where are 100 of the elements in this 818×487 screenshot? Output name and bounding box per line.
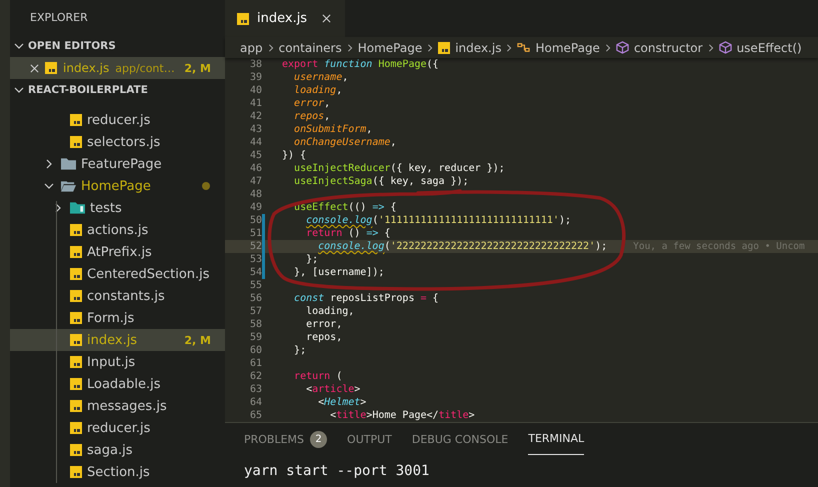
code-token: }, [username]); bbox=[294, 267, 384, 278]
code-token: , bbox=[336, 85, 342, 96]
code-token: function bbox=[324, 59, 374, 70]
js-file-icon bbox=[70, 246, 82, 258]
code-token: > bbox=[468, 410, 475, 421]
breadcrumb-item[interactable]: constructor bbox=[616, 40, 703, 54]
code-token: { bbox=[390, 202, 396, 213]
code-token: => bbox=[372, 202, 384, 213]
code-token: loading bbox=[294, 85, 336, 96]
file-tree-item[interactable]: CenteredSection.js bbox=[10, 263, 225, 285]
code-token: , bbox=[324, 98, 330, 109]
code-token: >Home Page</ bbox=[366, 410, 439, 421]
line-number: 54 bbox=[248, 266, 262, 279]
file-tree-item[interactable]: Form.js bbox=[10, 307, 225, 329]
file-path: app/cont… bbox=[115, 62, 176, 74]
file-tree-item[interactable]: actions.js bbox=[10, 219, 225, 241]
code-token: Helmet bbox=[324, 397, 360, 408]
file-name: Form.js bbox=[87, 310, 134, 326]
line-number: 48 bbox=[248, 188, 262, 201]
line-number: 52 bbox=[248, 240, 262, 253]
code-token: }; bbox=[306, 254, 318, 265]
chevron-icon bbox=[44, 181, 54, 191]
breadcrumb-item[interactable]: useEffect() bbox=[718, 40, 802, 54]
code-token: reposListProps bbox=[330, 293, 416, 304]
file-tree-item[interactable]: AtPrefix.js bbox=[10, 241, 225, 263]
panel-tab[interactable]: DEBUG CONSOLE bbox=[412, 423, 508, 455]
code-token: > bbox=[354, 384, 360, 395]
line-number: 40 bbox=[248, 84, 262, 97]
line-number: 46 bbox=[248, 162, 262, 175]
code-token: onChangeUsername bbox=[294, 137, 390, 148]
file-tree-item[interactable]: selectors.js bbox=[10, 131, 225, 153]
terminal-line: yarn start --port 3001 bbox=[243, 462, 430, 479]
file-tree-item[interactable]: messages.js bbox=[10, 395, 225, 417]
chevron-icon bbox=[44, 159, 54, 169]
code-token: }) { bbox=[282, 150, 306, 161]
file-tree-item[interactable]: Input.js bbox=[10, 351, 225, 373]
code-token: ); bbox=[595, 241, 608, 252]
code-token: console.log bbox=[318, 241, 384, 252]
js-file-icon bbox=[70, 466, 82, 478]
file-tree-item[interactable]: reducer.js bbox=[10, 417, 225, 439]
file-tree-item[interactable]: saga.js bbox=[10, 439, 225, 461]
breadcrumb-item[interactable]: HomePage bbox=[358, 40, 422, 54]
file-tree-item[interactable]: reducer.js bbox=[10, 109, 225, 131]
js-file-icon bbox=[70, 114, 82, 126]
chevron-icon bbox=[426, 44, 434, 52]
file-tree-item[interactable]: index.js 2, M bbox=[10, 329, 225, 351]
code-token: return bbox=[306, 228, 344, 239]
cube-icon bbox=[718, 41, 732, 54]
js-file-icon bbox=[45, 62, 57, 74]
file-name: HomePage bbox=[81, 178, 151, 194]
file-tree-item[interactable]: tests bbox=[10, 197, 225, 219]
line-number: 55 bbox=[248, 279, 262, 292]
code-token: title bbox=[438, 410, 469, 421]
chevron-icon bbox=[53, 203, 63, 213]
code-token: error, bbox=[306, 319, 342, 330]
line-number: 43 bbox=[248, 123, 262, 136]
file-tree-item[interactable]: HomePage bbox=[10, 175, 225, 197]
code-token: ({ key, saga }); bbox=[372, 176, 469, 187]
panel-tab[interactable]: OUTPUT bbox=[347, 423, 392, 455]
breadcrumb-item[interactable]: app bbox=[240, 40, 263, 54]
code-token: console.log bbox=[306, 215, 372, 226]
line-number: 64 bbox=[248, 396, 262, 409]
section-title: OPEN EDITORS bbox=[28, 40, 116, 52]
line-number: 44 bbox=[248, 136, 262, 149]
code-token: useEffect bbox=[294, 202, 348, 213]
open-editor-item[interactable]: index.js app/cont… 2, M bbox=[10, 57, 225, 79]
line-number: 57 bbox=[248, 305, 262, 318]
panel-tab[interactable]: PROBLEMS 2 bbox=[244, 423, 328, 455]
code-token: article bbox=[312, 384, 354, 395]
close-icon[interactable] bbox=[322, 14, 331, 23]
line-number: 47 bbox=[248, 175, 262, 188]
breadcrumb-item[interactable]: containers bbox=[278, 40, 342, 54]
editor-tab[interactable]: index.js bbox=[225, 0, 345, 37]
code-token: repos bbox=[294, 111, 324, 122]
file-tree-item[interactable]: Loadable.js bbox=[10, 373, 225, 395]
code-token: ( bbox=[336, 371, 342, 382]
breadcrumb-item[interactable]: HomePage bbox=[517, 40, 600, 54]
code-token: repos, bbox=[306, 332, 342, 343]
breadcrumb-item[interactable]: index.js bbox=[438, 40, 502, 54]
file-tree-item[interactable]: constants.js bbox=[10, 285, 225, 307]
file-name: messages.js bbox=[87, 398, 167, 414]
code-token: { bbox=[384, 228, 390, 239]
code-token: '22222222222222222222222222222222' bbox=[390, 241, 596, 252]
explorer-title: EXPLORER bbox=[29, 10, 89, 26]
line-number: 56 bbox=[248, 292, 262, 305]
module-icon bbox=[517, 41, 530, 54]
file-name: index.js bbox=[63, 61, 110, 75]
code-token: > bbox=[360, 397, 366, 408]
line-number: 58 bbox=[248, 318, 262, 331]
chevron-icon bbox=[604, 44, 612, 52]
js-file-icon bbox=[70, 444, 82, 456]
file-name: constants.js bbox=[87, 288, 165, 304]
code-token: export bbox=[282, 59, 320, 70]
close-icon[interactable] bbox=[30, 64, 39, 72]
file-tree-item[interactable]: Section.js bbox=[10, 461, 225, 483]
file-name: reducer.js bbox=[87, 420, 150, 436]
file-name: saga.js bbox=[87, 442, 132, 458]
panel-tab[interactable]: TERMINAL bbox=[528, 423, 584, 455]
file-tree-item[interactable]: FeaturePage bbox=[10, 153, 225, 175]
line-number: 50 bbox=[248, 214, 262, 227]
